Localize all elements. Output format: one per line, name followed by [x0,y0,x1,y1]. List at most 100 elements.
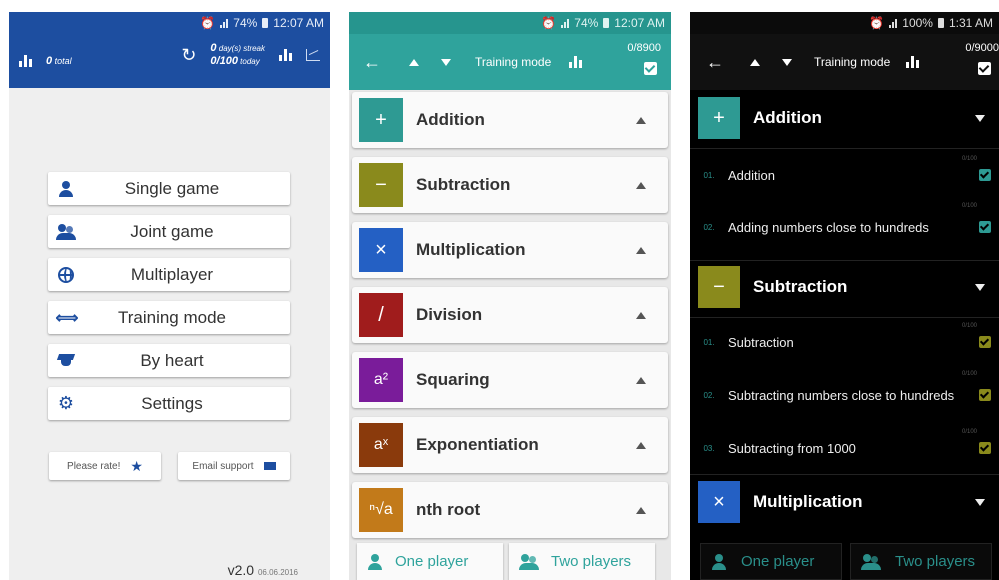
chart-bars-icon[interactable] [279,49,292,61]
two-players-button[interactable]: Two players [509,543,655,580]
back-arrow-icon[interactable]: ← [363,52,381,73]
stats-icon[interactable] [906,56,920,68]
divide-icon: / [359,293,403,337]
email-support-button[interactable]: Email support [178,452,290,480]
settings-button[interactable]: ⚙ Settings [48,387,290,420]
people-icon [519,553,539,570]
battery-percent: 74% [574,16,599,30]
exercise-checkbox[interactable] [979,221,991,233]
collapse-icon[interactable] [636,506,646,514]
single-game-button[interactable]: Single game [48,172,290,205]
battery-icon [937,18,944,28]
toolbar-title: Training mode [475,55,552,69]
by-heart-button[interactable]: By heart [48,344,290,377]
trend-chart-icon[interactable] [306,49,320,61]
solved-count: 0/8900 [627,42,661,54]
select-all-checkbox[interactable] [978,62,991,75]
exponent-icon: aˣ [359,423,403,467]
plus-icon: + [698,97,740,139]
star-icon: ★ [130,457,143,474]
bottom-bar: One player Two players [700,543,992,580]
back-arrow-icon[interactable]: ← [706,52,724,73]
category-multiplication[interactable]: × Multiplication [352,222,668,278]
streak-info: 0 day(s) streak 0/100 today [210,42,265,67]
expand-icon[interactable] [975,498,985,506]
alarm-icon: ⏰ [869,16,885,30]
collapse-icon[interactable] [636,441,646,449]
battery-percent: 74% [233,16,258,30]
status-bar: ⏰ 74% 12:07 AM [9,12,330,34]
category-subtraction[interactable]: − Subtraction [352,157,668,213]
exercise-item[interactable]: 03. Subtracting from 1000 0/100 [690,429,999,463]
minus-icon: − [359,163,403,207]
expand-icon[interactable] [975,114,985,122]
stats-toolbar: 0 total ↻ 0 day(s) streak 0/100 today [9,34,330,88]
collapse-icon[interactable] [636,246,646,254]
times-icon: × [359,228,403,272]
battery-percent: 100% [902,16,933,30]
person-icon [58,180,74,197]
stats-icon[interactable] [19,55,32,67]
solved-count: 0/9000 [965,42,999,54]
signal-icon [889,18,898,28]
total-count: 0 total [46,55,72,67]
alarm-icon: ⏰ [200,16,216,30]
category-addition[interactable]: + Addition [352,92,668,148]
signal-icon [561,18,570,28]
people-icon [56,223,76,240]
section-subtraction[interactable]: − Subtraction [690,257,999,317]
multiplayer-button[interactable]: Multiplayer [48,258,290,291]
joint-game-button[interactable]: Joint game [48,215,290,248]
collapse-icon[interactable] [636,181,646,189]
exercise-item[interactable]: 02. Subtracting numbers close to hundred… [690,371,999,415]
envelope-icon [263,462,276,470]
root-icon: ⁿ√a [359,488,403,532]
one-player-button[interactable]: One player [357,543,503,580]
person-icon [367,553,383,570]
exercise-item[interactable]: 01. Subtraction 0/100 [690,323,999,357]
status-bar: ⏰ 74% 12:07 AM [349,12,671,34]
expand-all-icon[interactable] [441,58,451,66]
exercise-checkbox[interactable] [979,169,991,181]
alarm-icon: ⏰ [541,16,557,30]
clock: 12:07 AM [273,16,324,30]
exercise-item[interactable]: 02. Adding numbers close to hundreds 0/1… [690,203,999,247]
collapse-all-icon[interactable] [750,58,760,66]
training-mode-button[interactable]: ⟺ Training mode [48,301,290,334]
person-icon [711,553,727,570]
collapse-icon[interactable] [636,376,646,384]
select-all-checkbox[interactable] [644,62,657,75]
status-bar: ⏰ 100% 1:31 AM [690,12,999,34]
expand-all-icon[interactable] [782,58,792,66]
rate-button[interactable]: Please rate! ★ [49,452,161,480]
expand-icon[interactable] [975,283,985,291]
exercise-checkbox[interactable] [979,442,991,454]
collapse-icon[interactable] [636,311,646,319]
category-division[interactable]: / Division [352,287,668,343]
toolbar-title: Training mode [814,55,891,69]
category-nth-root[interactable]: ⁿ√a nth root [352,482,668,538]
category-exponentiation[interactable]: aˣ Exponentiation [352,417,668,473]
minus-icon: − [698,266,740,308]
times-icon: × [698,481,740,523]
one-player-button[interactable]: One player [700,543,842,580]
section-multiplication[interactable]: × Multiplication [690,472,999,532]
battery-icon [603,18,610,28]
gear-icon: ⚙ [57,393,75,413]
section-addition[interactable]: + Addition [690,88,999,148]
globe-icon [58,266,74,283]
exercise-checkbox[interactable] [979,336,991,348]
exercise-item[interactable]: 01. Addition 0/100 [690,156,999,190]
bottom-bar: One player Two players [349,543,671,580]
training-mode-dark-screen: ⏰ 100% 1:31 AM ← Training mode 0/9000 + … [690,12,999,580]
collapse-icon[interactable] [636,116,646,124]
app-version: v2.0 06.06.2016 [227,562,298,578]
training-toolbar: ← Training mode 0/9000 [690,34,999,90]
refresh-icon[interactable]: ↻ [181,45,196,66]
stats-icon[interactable] [569,56,583,68]
category-squaring[interactable]: a² Squaring [352,352,668,408]
collapse-all-icon[interactable] [409,58,419,66]
two-players-button[interactable]: Two players [850,543,992,580]
graduation-cap-icon [57,354,75,368]
exercise-checkbox[interactable] [979,389,991,401]
